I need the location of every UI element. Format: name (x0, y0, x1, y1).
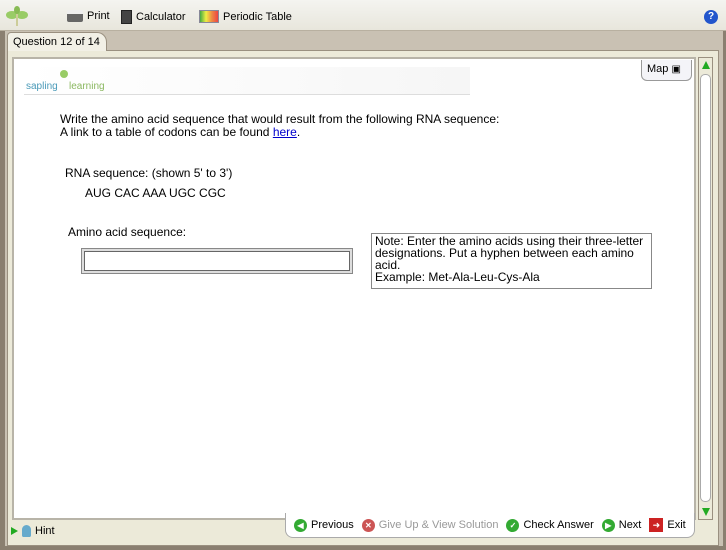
amino-acid-input[interactable] (84, 251, 350, 271)
print-button[interactable]: Print (67, 10, 110, 22)
logo-leaf-icon (60, 70, 68, 78)
map-button[interactable]: Map ▣ (641, 60, 692, 81)
sapling-logo: sapling learning (24, 67, 470, 95)
scroll-down-icon[interactable] (702, 508, 710, 516)
exit-button[interactable]: ➜ Exit (649, 518, 686, 532)
answer-field-frame (81, 248, 353, 274)
scroll-up-icon[interactable] (702, 61, 710, 69)
lightbulb-icon (22, 525, 31, 537)
calculator-button[interactable]: Calculator (121, 10, 186, 24)
scroll-thumb[interactable] (700, 74, 711, 502)
rna-sequence: AUG CAC AAA UGC CGC (85, 186, 226, 200)
previous-arrow-icon: ◀ (294, 518, 307, 532)
note-box: Note: Enter the amino acids using their … (371, 233, 652, 289)
check-answer-button[interactable]: ✓ Check Answer (506, 518, 594, 532)
amino-acid-label: Amino acid sequence: (68, 225, 187, 239)
periodic-table-icon (199, 10, 219, 23)
check-icon: ✓ (506, 518, 520, 532)
question-text: Write the amino acid sequence that would… (60, 112, 500, 139)
periodic-table-button[interactable]: Periodic Table (199, 10, 292, 23)
exit-door-icon: ➜ (649, 518, 664, 532)
sapling-leaf-icon (6, 6, 28, 26)
help-icon[interactable]: ? (704, 10, 718, 24)
give-up-x-icon: ✕ (361, 518, 375, 532)
expand-arrow-icon (11, 527, 18, 535)
next-arrow-icon: ▶ (601, 518, 615, 532)
printer-icon (67, 10, 83, 22)
codon-table-link[interactable]: here (273, 125, 297, 139)
hint-button[interactable]: Hint (11, 525, 55, 537)
scrollbar[interactable] (698, 57, 713, 520)
question-content: sapling learning Map ▣ Write the amino a… (12, 57, 696, 520)
previous-button[interactable]: ◀ Previous (294, 518, 354, 532)
map-tree-icon: ▣ (671, 64, 681, 75)
rna-label: RNA sequence: (shown 5' to 3') (65, 166, 233, 180)
top-toolbar: Print Calculator Periodic Table ? (0, 0, 726, 31)
calculator-icon (121, 10, 132, 24)
next-button[interactable]: ▶ Next (601, 518, 641, 532)
give-up-button[interactable]: ✕ Give Up & View Solution (361, 518, 498, 532)
navigation-bar: ◀ Previous ✕ Give Up & View Solution ✓ Chec… (285, 513, 695, 538)
tab-question[interactable]: Question 12 of 14 (7, 32, 107, 51)
